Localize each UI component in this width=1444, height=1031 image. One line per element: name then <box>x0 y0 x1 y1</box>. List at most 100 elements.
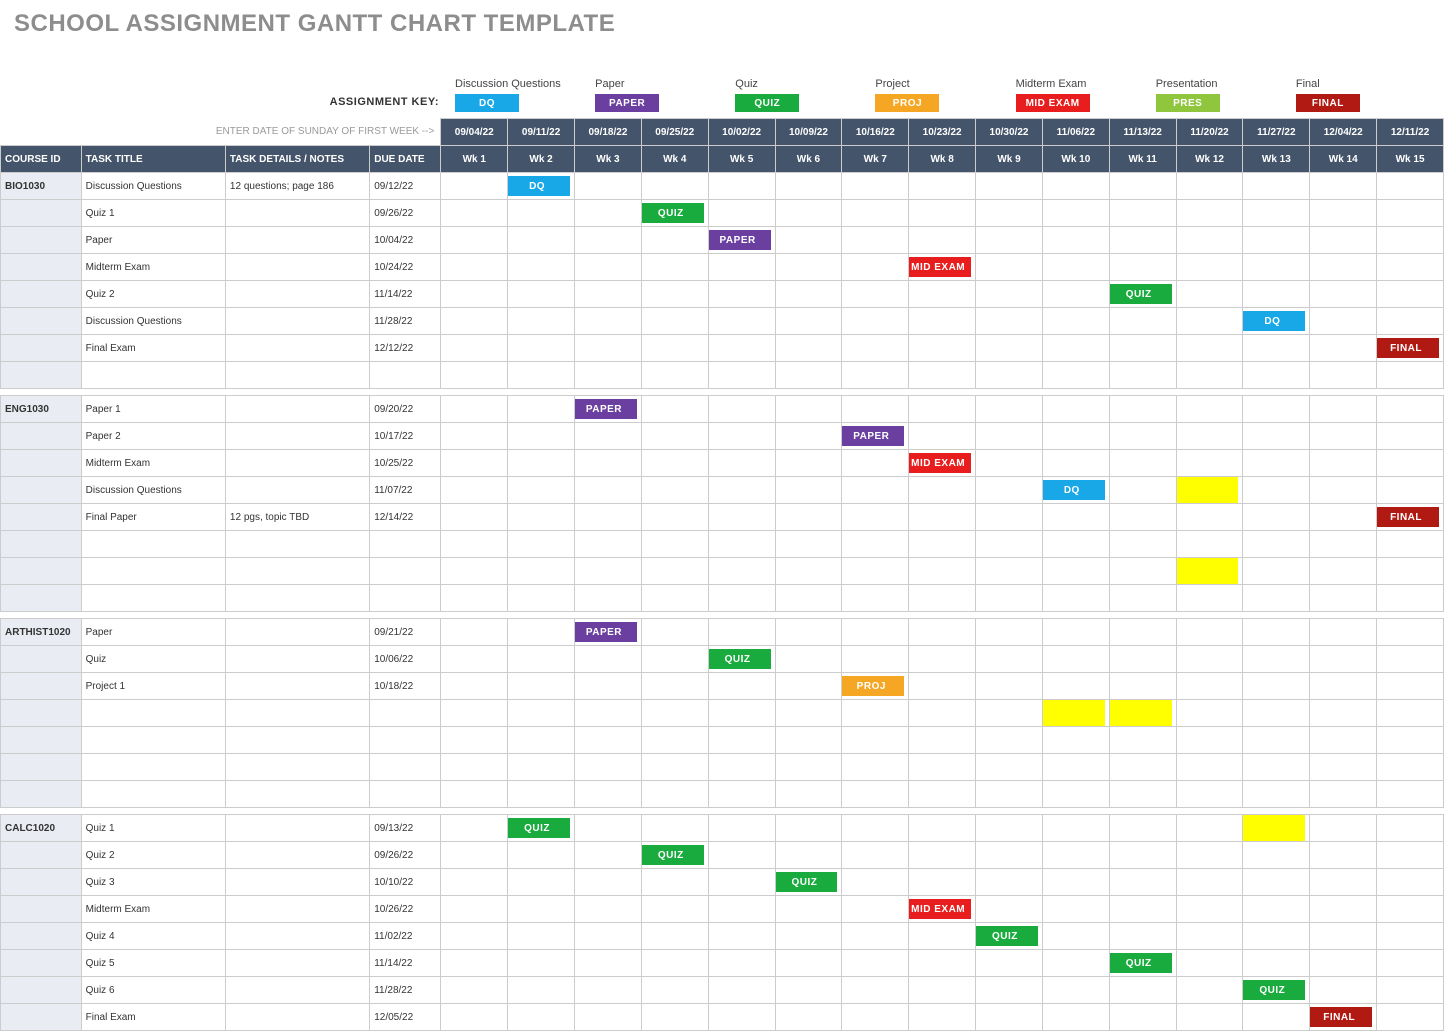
date-header[interactable]: 12/11/22 <box>1377 119 1444 146</box>
notes-cell[interactable] <box>225 254 369 281</box>
gantt-cell[interactable] <box>441 950 508 977</box>
gantt-cell[interactable] <box>1109 254 1176 281</box>
gantt-cell[interactable] <box>508 646 575 673</box>
gantt-cell[interactable] <box>575 896 642 923</box>
gantt-cell[interactable] <box>976 646 1043 673</box>
gantt-cell[interactable] <box>641 1004 708 1031</box>
gantt-cell[interactable] <box>508 923 575 950</box>
gantt-cell[interactable] <box>842 1004 909 1031</box>
gantt-cell[interactable] <box>708 896 775 923</box>
gantt-cell[interactable] <box>1042 585 1109 612</box>
gantt-cell[interactable] <box>641 923 708 950</box>
gantt-cell[interactable] <box>641 781 708 808</box>
gantt-cell[interactable] <box>842 308 909 335</box>
gantt-cell[interactable]: QUIZ <box>708 646 775 673</box>
notes-cell[interactable] <box>225 1004 369 1031</box>
gantt-cell[interactable] <box>842 896 909 923</box>
gantt-cell[interactable] <box>1109 227 1176 254</box>
due-cell[interactable]: 09/13/22 <box>370 815 441 842</box>
task-cell[interactable] <box>81 558 225 585</box>
notes-cell[interactable] <box>225 531 369 558</box>
gantt-cell[interactable] <box>1310 646 1377 673</box>
gantt-cell[interactable] <box>1176 673 1243 700</box>
gantt-cell[interactable] <box>1109 558 1176 585</box>
gantt-cell[interactable] <box>708 950 775 977</box>
gantt-cell[interactable] <box>976 815 1043 842</box>
gantt-cell[interactable] <box>508 585 575 612</box>
gantt-cell[interactable] <box>1243 781 1310 808</box>
gantt-cell[interactable]: PAPER <box>708 227 775 254</box>
gantt-cell[interactable] <box>641 815 708 842</box>
gantt-cell[interactable] <box>575 504 642 531</box>
gantt-cell[interactable] <box>1042 173 1109 200</box>
gantt-cell[interactable] <box>1176 423 1243 450</box>
gantt-cell[interactable] <box>842 646 909 673</box>
due-cell[interactable] <box>370 781 441 808</box>
course-cell[interactable] <box>1 842 82 869</box>
notes-cell[interactable] <box>225 335 369 362</box>
gantt-cell[interactable] <box>775 896 842 923</box>
task-cell[interactable]: Paper 2 <box>81 423 225 450</box>
gantt-cell[interactable] <box>1243 619 1310 646</box>
gantt-cell[interactable] <box>1243 504 1310 531</box>
gantt-cell[interactable] <box>1310 950 1377 977</box>
gantt-cell[interactable] <box>708 308 775 335</box>
gantt-cell[interactable] <box>842 781 909 808</box>
gantt-cell[interactable] <box>976 531 1043 558</box>
gantt-cell[interactable] <box>1042 362 1109 389</box>
due-cell[interactable] <box>370 362 441 389</box>
gantt-cell[interactable] <box>1042 923 1109 950</box>
gantt-cell[interactable] <box>1310 923 1377 950</box>
gantt-cell[interactable] <box>641 450 708 477</box>
gantt-cell[interactable] <box>775 396 842 423</box>
task-cell[interactable]: Quiz 2 <box>81 842 225 869</box>
gantt-cell[interactable] <box>842 227 909 254</box>
gantt-cell[interactable] <box>641 227 708 254</box>
gantt-cell[interactable] <box>976 673 1043 700</box>
gantt-cell[interactable] <box>575 254 642 281</box>
course-cell[interactable]: CALC1020 <box>1 815 82 842</box>
gantt-cell[interactable] <box>508 754 575 781</box>
gantt-cell[interactable] <box>909 308 976 335</box>
gantt-cell[interactable] <box>842 727 909 754</box>
gantt-cell[interactable] <box>508 396 575 423</box>
gantt-cell[interactable] <box>1109 619 1176 646</box>
gantt-cell[interactable] <box>441 619 508 646</box>
gantt-cell[interactable] <box>1109 362 1176 389</box>
gantt-cell[interactable] <box>1176 842 1243 869</box>
gantt-cell[interactable]: PAPER <box>842 423 909 450</box>
gantt-cell[interactable]: QUIZ <box>508 815 575 842</box>
gantt-cell[interactable] <box>1042 396 1109 423</box>
gantt-cell[interactable] <box>1377 227 1444 254</box>
gantt-cell[interactable] <box>842 815 909 842</box>
task-cell[interactable] <box>81 585 225 612</box>
gantt-cell[interactable] <box>775 450 842 477</box>
gantt-cell[interactable] <box>441 977 508 1004</box>
gantt-cell[interactable] <box>441 646 508 673</box>
gantt-cell[interactable] <box>775 977 842 1004</box>
gantt-cell[interactable] <box>1042 227 1109 254</box>
gantt-cell[interactable] <box>909 585 976 612</box>
gantt-cell[interactable] <box>775 1004 842 1031</box>
gantt-cell[interactable] <box>575 362 642 389</box>
gantt-cell[interactable] <box>508 281 575 308</box>
gantt-cell[interactable]: PROJ <box>842 673 909 700</box>
gantt-cell[interactable] <box>708 200 775 227</box>
due-cell[interactable] <box>370 531 441 558</box>
task-cell[interactable]: Discussion Questions <box>81 308 225 335</box>
gantt-cell[interactable] <box>775 950 842 977</box>
gantt-cell[interactable] <box>909 619 976 646</box>
gantt-cell[interactable] <box>1042 646 1109 673</box>
gantt-cell[interactable] <box>708 477 775 504</box>
gantt-cell[interactable] <box>1109 977 1176 1004</box>
gantt-cell[interactable] <box>641 477 708 504</box>
gantt-cell[interactable] <box>976 281 1043 308</box>
course-cell[interactable] <box>1 558 82 585</box>
gantt-cell[interactable] <box>508 504 575 531</box>
gantt-cell[interactable] <box>1109 396 1176 423</box>
gantt-cell[interactable] <box>1377 477 1444 504</box>
gantt-cell[interactable]: QUIZ <box>641 842 708 869</box>
gantt-cell[interactable] <box>1109 754 1176 781</box>
gantt-cell[interactable] <box>1243 200 1310 227</box>
gantt-cell[interactable] <box>1243 173 1310 200</box>
